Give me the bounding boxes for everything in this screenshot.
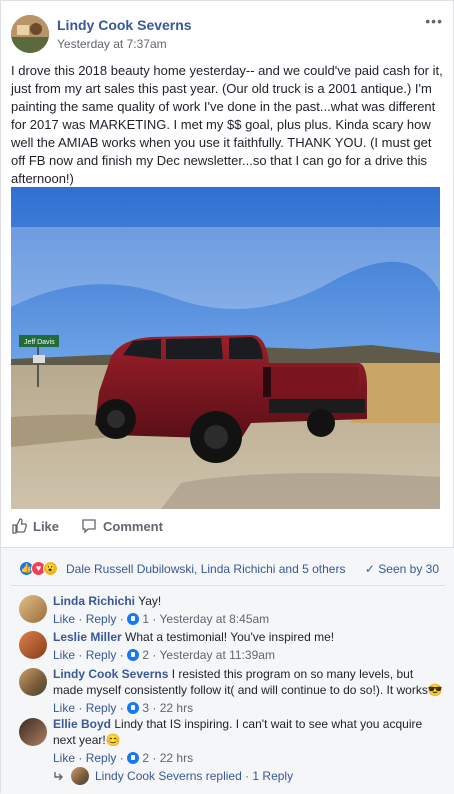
comment-like-link[interactable]: Like — [53, 751, 75, 765]
commenter-avatar[interactable] — [19, 595, 47, 623]
comment-time[interactable]: 22 hrs — [160, 751, 193, 765]
comment-label: Comment — [103, 518, 163, 534]
like-count: 2 — [142, 648, 150, 662]
reactions-bar: 👍 ♥ 😮 Dale Russell Dubilowski, Linda Ric… — [19, 561, 439, 577]
post-photo[interactable]: Jeff Davis — [11, 187, 440, 509]
comment-time[interactable]: 22 hrs — [160, 701, 193, 715]
comment-time[interactable]: Yesterday at 11:39am — [160, 648, 275, 662]
view-replies[interactable]: Lindy Cook Severns replied · 1 Reply — [53, 767, 293, 785]
like-button[interactable]: Like — [11, 518, 59, 534]
more-options-icon[interactable]: ••• — [425, 13, 443, 29]
comment-reply-link[interactable]: Reply — [86, 648, 117, 662]
reply-arrow-icon — [54, 772, 63, 781]
author-avatar[interactable] — [11, 15, 49, 53]
like-count-icon — [127, 752, 140, 764]
thumbs-up-icon — [12, 518, 27, 534]
like-count: 2 — [142, 751, 150, 765]
comment-text: Yay! — [138, 594, 162, 608]
like-count-icon — [127, 649, 140, 661]
truck-photo: Jeff Davis — [11, 187, 440, 509]
like-count-icon — [127, 613, 140, 625]
comment-like-link[interactable]: Like — [53, 648, 75, 662]
post-card: Lindy Cook Severns Yesterday at 7:37am •… — [0, 0, 454, 794]
like-label: Like — [33, 518, 60, 534]
comment-icon — [82, 519, 96, 534]
commenter-avatar[interactable] — [19, 631, 47, 659]
commenter-name[interactable]: Ellie Boyd — [53, 717, 111, 731]
author-name[interactable]: Lindy Cook Severns — [57, 17, 192, 33]
comment-button[interactable]: Comment — [81, 518, 163, 534]
comment-reply-link[interactable]: Reply — [86, 701, 117, 715]
replied-text: Lindy Cook Severns replied · 1 Reply — [95, 769, 294, 783]
post-timestamp[interactable]: Yesterday at 7:37am — [57, 37, 167, 51]
like-count: 3 — [142, 701, 150, 715]
post-header: Lindy Cook Severns Yesterday at 7:37am •… — [11, 13, 443, 55]
commenter-name[interactable]: Lindy Cook Severns — [53, 667, 168, 681]
comment-like-link[interactable]: Like — [53, 612, 75, 626]
comment-time[interactable]: Yesterday at 8:45am — [160, 612, 270, 626]
comment-reply-link[interactable]: Reply — [86, 751, 117, 765]
replier-avatar — [71, 767, 89, 785]
comment-reply-link[interactable]: Reply — [86, 612, 117, 626]
seen-by-text: Seen by 30 — [378, 562, 439, 576]
road-sign-text: Jeff Davis — [24, 339, 55, 346]
seen-by[interactable]: ✓ Seen by 30 — [365, 562, 439, 576]
commenter-avatar[interactable] — [19, 718, 47, 746]
post-text: I drove this 2018 beauty home yesterday-… — [11, 63, 443, 186]
commenter-name[interactable]: Leslie Miller — [53, 630, 122, 644]
like-count-icon — [127, 702, 140, 714]
like-count: 1 — [142, 612, 150, 626]
commenter-name[interactable]: Linda Richichi — [53, 594, 135, 608]
commenter-avatar[interactable] — [19, 668, 47, 696]
reaction-icons[interactable]: 👍 ♥ 😮 — [19, 561, 58, 576]
post-actions: Like Comment — [11, 516, 445, 542]
comment-like-link[interactable]: Like — [53, 701, 75, 715]
divider — [11, 585, 445, 586]
wow-reaction-icon: 😮 — [43, 561, 58, 576]
comment-text: What a testimonial! You've inspired me! — [125, 630, 335, 644]
reaction-names[interactable]: Dale Russell Dubilowski, Linda Richichi … — [66, 562, 345, 576]
